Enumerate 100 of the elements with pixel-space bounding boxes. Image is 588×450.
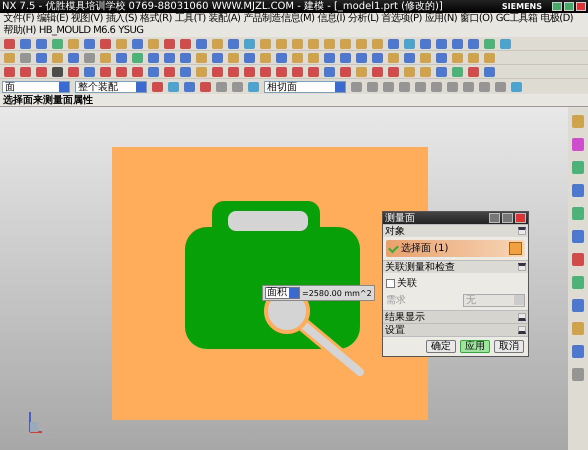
toolbar-icon[interactable] <box>468 38 479 48</box>
scope-dropdown[interactable]: 整个装配 <box>75 80 147 92</box>
toolbar-icon[interactable] <box>228 38 239 48</box>
toolbar-icon[interactable] <box>292 66 303 76</box>
toolbar-icon[interactable] <box>68 66 79 76</box>
toolbar-icon[interactable] <box>452 38 463 48</box>
toolbar-icon[interactable] <box>164 52 175 62</box>
toolbar-icon[interactable] <box>340 52 351 62</box>
chevron-icon[interactable] <box>518 326 526 334</box>
toolbar-icon[interactable] <box>388 38 399 48</box>
menu-item[interactable]: 装配(A) <box>207 13 242 25</box>
toolbar-icon[interactable] <box>308 66 319 76</box>
toolbar-icon[interactable] <box>372 52 383 62</box>
menu-item[interactable]: 信息(I) <box>316 13 347 25</box>
toolbar-icon[interactable] <box>116 66 127 76</box>
checkbox[interactable] <box>386 278 395 288</box>
menu-item[interactable]: 应用(N) <box>423 13 459 25</box>
menu-item[interactable]: GC工具箱 <box>494 13 539 25</box>
toolbar-icon[interactable] <box>324 66 335 76</box>
toolbar-icon[interactable] <box>4 66 15 76</box>
toolbar-icon[interactable] <box>4 38 15 48</box>
toolbar-icon[interactable] <box>260 66 271 76</box>
toolbar-icon[interactable] <box>356 52 367 62</box>
toolbar-icon[interactable] <box>212 52 223 62</box>
toolbar-icon[interactable] <box>212 66 223 76</box>
menu-item[interactable]: 工具(T) <box>173 13 208 25</box>
menu-item[interactable]: 编辑(E) <box>36 13 70 25</box>
dialog-button[interactable]: 确定 <box>426 340 456 353</box>
toolbar-icon[interactable] <box>84 38 95 48</box>
menu-item[interactable]: 窗口(O) <box>458 13 494 25</box>
close-button[interactable] <box>576 2 586 11</box>
toolbar-icon[interactable] <box>180 52 191 62</box>
toolbar-icon[interactable] <box>36 38 47 48</box>
toolbar-icon[interactable] <box>148 52 159 62</box>
resource-tab-icon[interactable] <box>572 299 584 312</box>
resource-tab-icon[interactable] <box>572 368 584 381</box>
toolbar-icon[interactable] <box>84 66 95 76</box>
toolbar-icon[interactable] <box>436 38 447 48</box>
toolbar-icon[interactable] <box>404 52 415 62</box>
resource-tab-icon[interactable] <box>572 345 584 358</box>
maximize-button[interactable] <box>564 2 574 11</box>
toolbar-icon[interactable] <box>164 38 175 48</box>
menu-item[interactable]: 帮助(H) <box>2 25 38 37</box>
toolbar-icon[interactable] <box>276 66 287 76</box>
resource-tab-icon[interactable] <box>572 138 584 151</box>
toolbar-icon[interactable] <box>372 66 383 76</box>
menu-item[interactable]: 产品制造信息(M) <box>242 13 316 25</box>
menu-item[interactable]: 电极(D) <box>538 13 574 25</box>
toolbar-icon[interactable] <box>340 66 351 76</box>
menu-item[interactable]: HB_MOULD M6.6 <box>37 25 117 37</box>
face-select-icon[interactable] <box>509 242 522 255</box>
toolbar-icon[interactable] <box>200 82 211 92</box>
menu-item[interactable]: 插入(S) <box>104 13 138 25</box>
toolbar-icon[interactable] <box>420 38 431 48</box>
minimize-button[interactable] <box>552 2 562 11</box>
toolbar-icon[interactable] <box>20 38 31 48</box>
dialog-button[interactable]: 应用 <box>460 340 490 353</box>
chevron-icon[interactable] <box>518 263 526 271</box>
menu-item[interactable]: 格式(R) <box>138 13 174 25</box>
menu-item[interactable]: YSUG <box>116 25 145 37</box>
toolbar-icon[interactable] <box>36 66 47 76</box>
toolbar-icon[interactable] <box>244 52 255 62</box>
section-header[interactable]: 对象 <box>383 224 528 237</box>
toolbar-icon[interactable] <box>436 66 447 76</box>
toolbar-icon[interactable] <box>276 52 287 62</box>
section-header[interactable]: 设置 <box>383 323 528 336</box>
toolbar-icon[interactable] <box>132 66 143 76</box>
menu-item[interactable]: 分析(L) <box>346 13 380 25</box>
toolbar-icon[interactable] <box>164 66 175 76</box>
toolbar-icon[interactable] <box>152 82 163 92</box>
toolbar-icon[interactable] <box>148 66 159 76</box>
toolbar-icon[interactable] <box>196 38 207 48</box>
toolbar-icon[interactable] <box>116 52 127 62</box>
section-header[interactable]: 结果显示 <box>383 310 528 323</box>
toolbar-icon[interactable] <box>68 52 79 62</box>
toolbar-icon[interactable] <box>180 38 191 48</box>
chevron-icon[interactable] <box>518 227 526 235</box>
measure-type-dropdown[interactable]: 面积 <box>265 287 300 299</box>
toolbar-icon[interactable] <box>324 52 335 62</box>
resource-tab-icon[interactable] <box>572 253 584 266</box>
toolbar-icon[interactable] <box>100 66 111 76</box>
toolbar-icon[interactable] <box>180 66 191 76</box>
toolbar-icon[interactable] <box>484 66 495 76</box>
menu-item[interactable]: 文件(F) <box>2 13 36 25</box>
toolbar-icon[interactable] <box>20 66 31 76</box>
toolbar-icon[interactable] <box>52 66 63 76</box>
toolbar-icon[interactable] <box>436 52 447 62</box>
reset-button[interactable] <box>489 213 500 223</box>
rule-dropdown[interactable]: 相切面 <box>264 80 346 92</box>
toolbar-icon[interactable] <box>132 38 143 48</box>
toolbar-icon[interactable] <box>36 52 47 62</box>
menu-item[interactable]: 首选项(P) <box>380 13 424 25</box>
minimize-button[interactable] <box>502 213 513 223</box>
section-header[interactable]: 关联测量和检查 <box>383 260 528 273</box>
select-face-row[interactable]: 选择面 (1) <box>386 240 525 257</box>
toolbar-icon[interactable] <box>388 66 399 76</box>
toolbar-icon[interactable] <box>468 66 479 76</box>
chevron-icon[interactable] <box>518 313 526 321</box>
toolbar-icon[interactable] <box>228 66 239 76</box>
toolbar-icon[interactable] <box>100 38 111 48</box>
